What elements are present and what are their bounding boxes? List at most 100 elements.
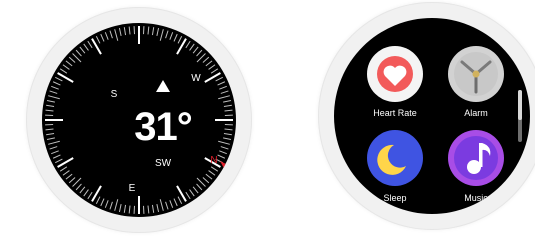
alarm-label: Alarm — [464, 108, 488, 118]
compass-tick — [46, 132, 55, 136]
music-note-icon — [454, 136, 498, 180]
compass-tick — [220, 90, 229, 94]
compass-tick — [45, 109, 54, 112]
compass-tick — [173, 33, 178, 42]
compass-tick — [219, 85, 227, 90]
north-needle-icon — [220, 161, 236, 183]
compass-tick — [123, 27, 127, 36]
heart-icon — [377, 56, 413, 92]
app-launcher-face: Heart Rate Alarm Sleep Music — [334, 18, 530, 214]
west-label: W — [191, 73, 201, 84]
compass-tick — [49, 90, 58, 94]
compass-tick — [208, 64, 216, 70]
compass-tick — [185, 40, 191, 49]
compass-tick — [114, 29, 119, 41]
compass-tick — [83, 43, 89, 51]
compass-tick — [91, 185, 102, 202]
compass-tick — [49, 146, 58, 150]
compass-tick — [196, 49, 203, 57]
compass-tick — [128, 26, 131, 35]
compass-tick — [55, 76, 63, 82]
compass-tick — [192, 186, 199, 194]
compass-tick — [177, 196, 183, 204]
compass-tick — [176, 185, 187, 202]
scroll-thumb[interactable] — [518, 90, 522, 120]
compass-tick — [128, 205, 131, 214]
compass-tick — [118, 27, 122, 36]
compass-tick — [151, 204, 155, 213]
compass-tick — [114, 199, 119, 211]
heart-rate-app-button[interactable] — [367, 46, 423, 102]
compass-tick — [55, 158, 63, 164]
compass-tick — [177, 36, 183, 44]
compass-tick — [196, 183, 203, 191]
scroll-indicator[interactable] — [518, 90, 522, 142]
compass-tick — [185, 191, 191, 200]
compass-tick — [57, 157, 74, 168]
clock-icon — [454, 52, 498, 96]
compass-tick — [189, 43, 195, 51]
compass-tick — [95, 196, 101, 204]
heading-marker-icon — [156, 80, 170, 92]
compass-tick — [109, 201, 113, 210]
compass-tick — [202, 177, 210, 184]
compass-tick — [169, 200, 174, 208]
compass-tick — [123, 204, 127, 213]
compass-tick — [169, 32, 174, 40]
compass-tick — [104, 200, 109, 208]
compass-tick — [100, 198, 105, 207]
compass-tick — [46, 104, 55, 108]
compass-tick — [83, 189, 89, 197]
compass-tick — [173, 198, 178, 207]
compass-tick — [118, 204, 122, 213]
heading-direction: SW — [154, 158, 172, 169]
compass-tick — [208, 170, 216, 176]
compass-tick — [165, 30, 169, 39]
compass-tick — [52, 81, 61, 86]
compass-tick — [219, 150, 227, 155]
east-label: E — [128, 183, 136, 194]
compass-tick — [62, 170, 70, 176]
compass-tick — [46, 99, 55, 103]
app-launcher-watch: Heart Rate Alarm Sleep Music — [318, 2, 535, 230]
moon-icon — [377, 144, 406, 175]
compass-tick — [79, 186, 86, 194]
compass-tick — [65, 173, 73, 180]
compass-tick — [224, 128, 233, 131]
compass-tick — [189, 189, 195, 197]
compass-tick — [46, 137, 55, 141]
sleep-app-button[interactable] — [367, 130, 423, 186]
music-app-button[interactable] — [448, 130, 504, 186]
compass-tick — [159, 199, 164, 211]
compass-tick — [210, 166, 219, 172]
compass-tick — [51, 150, 59, 155]
compass-tick — [147, 205, 150, 214]
compass-tick — [223, 99, 232, 103]
compass-tick — [59, 68, 68, 74]
compass-tick — [192, 46, 199, 54]
alarm-app-button[interactable] — [448, 46, 504, 102]
compass-tick — [75, 183, 82, 191]
compass-tick — [75, 49, 82, 57]
compass-tick — [159, 29, 164, 41]
compass-tick — [223, 137, 232, 141]
compass-tick — [151, 27, 155, 36]
sleep-label: Sleep — [383, 193, 407, 203]
south-label: S — [110, 89, 118, 100]
compass-tick — [217, 81, 226, 86]
compass-watch: S W E N 31° SW — [26, 7, 252, 233]
compass-tick — [224, 109, 233, 112]
compass-tick — [57, 72, 74, 83]
bearing-value: 31° — [134, 105, 193, 149]
compass-tick — [48, 95, 60, 100]
compass-tick — [91, 38, 102, 55]
compass-tick — [156, 27, 160, 36]
compass-tick — [156, 204, 160, 213]
compass-tick — [147, 26, 150, 35]
compass-tick — [223, 104, 232, 108]
compass-tick — [68, 177, 76, 184]
compass-tick — [52, 154, 61, 159]
compass-tick — [45, 128, 54, 131]
compass-tick — [218, 95, 230, 100]
music-label: Music — [464, 193, 488, 203]
